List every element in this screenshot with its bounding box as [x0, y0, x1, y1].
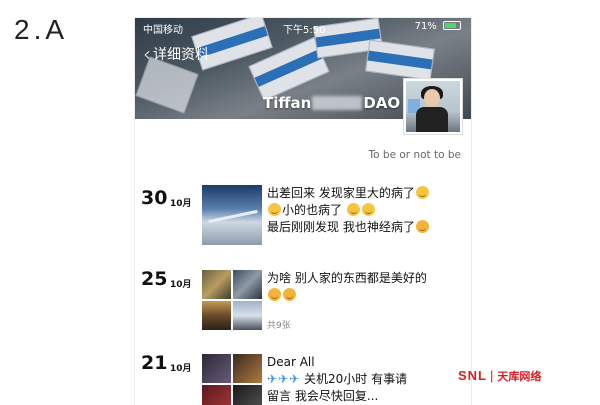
- chevron-left-icon: ‹: [143, 42, 151, 66]
- post-photo[interactable]: [202, 185, 262, 245]
- post-day: 21: [141, 352, 168, 374]
- post-text: 为啥 别人家的东西都是美好的: [267, 270, 463, 304]
- emoji-icon: [346, 203, 360, 216]
- emoji-icon: [283, 288, 296, 301]
- carrier-label: 中国移动: [143, 25, 183, 36]
- post-month: 10月: [170, 364, 192, 374]
- airplane-icon: ✈: [289, 372, 300, 386]
- photo-count: 共9张: [267, 321, 291, 331]
- post-month: 10月: [170, 199, 192, 209]
- moment-post[interactable]: 21 10月 Dear All ✈✈✈ 关机20小时 有事请 留言 我会尽快回复…: [135, 352, 471, 405]
- post-text: 出差回来 发现家里大的病了 小的也病了 最后刚刚发现 我也神经病了: [267, 185, 463, 236]
- emoji-icon: [268, 288, 281, 301]
- battery-percent: 71%: [414, 21, 437, 32]
- site-watermark: SNL | 天库网络: [458, 368, 542, 383]
- clock: 下午5:50: [283, 25, 326, 36]
- post-month: 10月: [170, 280, 192, 290]
- avatar[interactable]: [403, 78, 463, 135]
- profile-name-prefix: Tiffan: [263, 94, 312, 112]
- post-day: 25: [141, 268, 168, 290]
- status-bar: 中国移动 下午5:50 71%: [135, 18, 471, 36]
- back-button[interactable]: ‹ 详细资料: [143, 44, 209, 64]
- emoji-icon: [361, 203, 375, 216]
- post-photo-grid[interactable]: [202, 354, 262, 405]
- post-day: 30: [141, 187, 168, 209]
- moment-post[interactable]: 30 10月 出差回来 发现家里大的病了 小的也病了 最后刚刚发现 我也神经病了: [135, 185, 471, 250]
- emoji-icon: [415, 220, 429, 233]
- airplane-icon: ✈: [267, 372, 278, 386]
- profile-name-suffix: DAO: [363, 94, 401, 112]
- moment-post[interactable]: 25 10月 为啥 别人家的东西都是美好的 共9张: [135, 268, 471, 340]
- name-redaction: [312, 96, 363, 110]
- battery-icon: [443, 21, 461, 30]
- phone-screen: 中国移动 下午5:50 71% ‹ 详细资料 Tiffan DAO To be o…: [135, 18, 471, 405]
- post-text: Dear All ✈✈✈ 关机20小时 有事请 留言 我会尽快回复...: [267, 355, 408, 403]
- profile-signature: To be or not to be: [368, 149, 461, 161]
- profile-name: Tiffan DAO: [263, 94, 400, 112]
- emoji-icon: [268, 203, 281, 216]
- emoji-icon: [415, 186, 429, 199]
- airplane-icon: ✈: [278, 372, 289, 386]
- back-label: 详细资料: [153, 47, 209, 63]
- battery-indicator: 71%: [415, 21, 461, 32]
- post-photo-grid[interactable]: [202, 270, 262, 330]
- slide-label: 2.A: [14, 14, 69, 45]
